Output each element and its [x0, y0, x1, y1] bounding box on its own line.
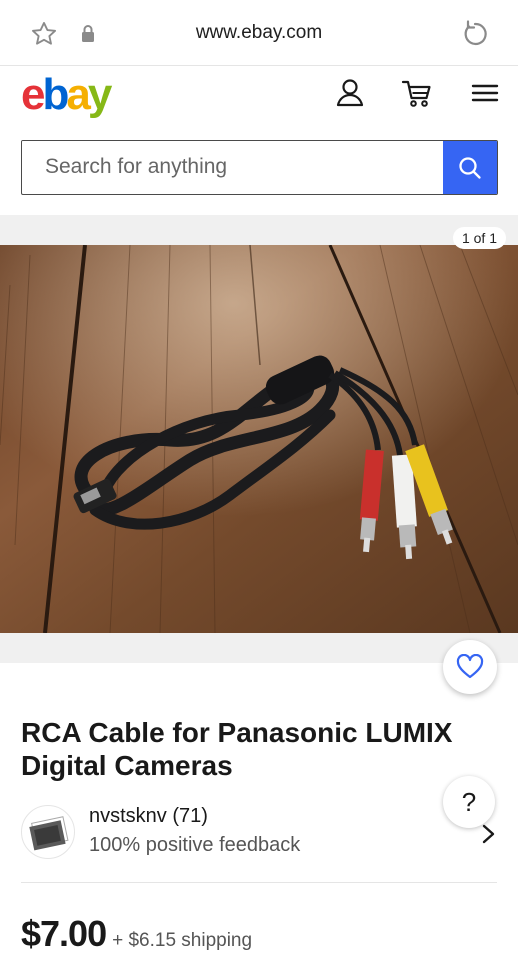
hamburger-menu-icon[interactable]	[468, 76, 502, 110]
price-amount: $7.00	[21, 913, 107, 954]
seller-avatar	[21, 805, 75, 859]
seller-avatar-image	[29, 816, 69, 851]
product-photo[interactable]	[0, 245, 518, 633]
listing-title: RCA Cable for Panasonic LUMIX Digital Ca…	[21, 717, 453, 781]
price-block: $7.00 + $6.15 shipping	[21, 913, 252, 955]
chevron-right-icon[interactable]	[481, 823, 497, 845]
search-button[interactable]	[443, 141, 497, 194]
heart-icon	[456, 654, 484, 679]
seller-feedback: 100% positive feedback	[89, 834, 301, 856]
search-bar	[21, 140, 498, 195]
image-gallery[interactable]: 1 of 1	[0, 215, 518, 663]
url-text[interactable]: www.ebay.com	[0, 22, 518, 44]
seller-name[interactable]: nvstsknv (71)	[89, 805, 208, 828]
divider	[21, 882, 497, 883]
search-icon	[459, 156, 481, 179]
browser-url-bar: www.ebay.com	[0, 0, 518, 66]
ebay-logo[interactable]: ebay	[21, 70, 112, 120]
cart-icon[interactable]	[400, 76, 434, 110]
search-input[interactable]	[22, 141, 444, 193]
image-counter: 1 of 1	[452, 227, 506, 249]
watch-button[interactable]	[443, 640, 497, 694]
site-header: ebay	[0, 66, 518, 128]
user-icon[interactable]	[333, 76, 367, 110]
shipping-cost: + $6.15 shipping	[112, 930, 253, 951]
reload-icon[interactable]	[460, 19, 490, 49]
seller-info[interactable]: nvstsknv (71) 100% positive feedback	[21, 805, 499, 865]
